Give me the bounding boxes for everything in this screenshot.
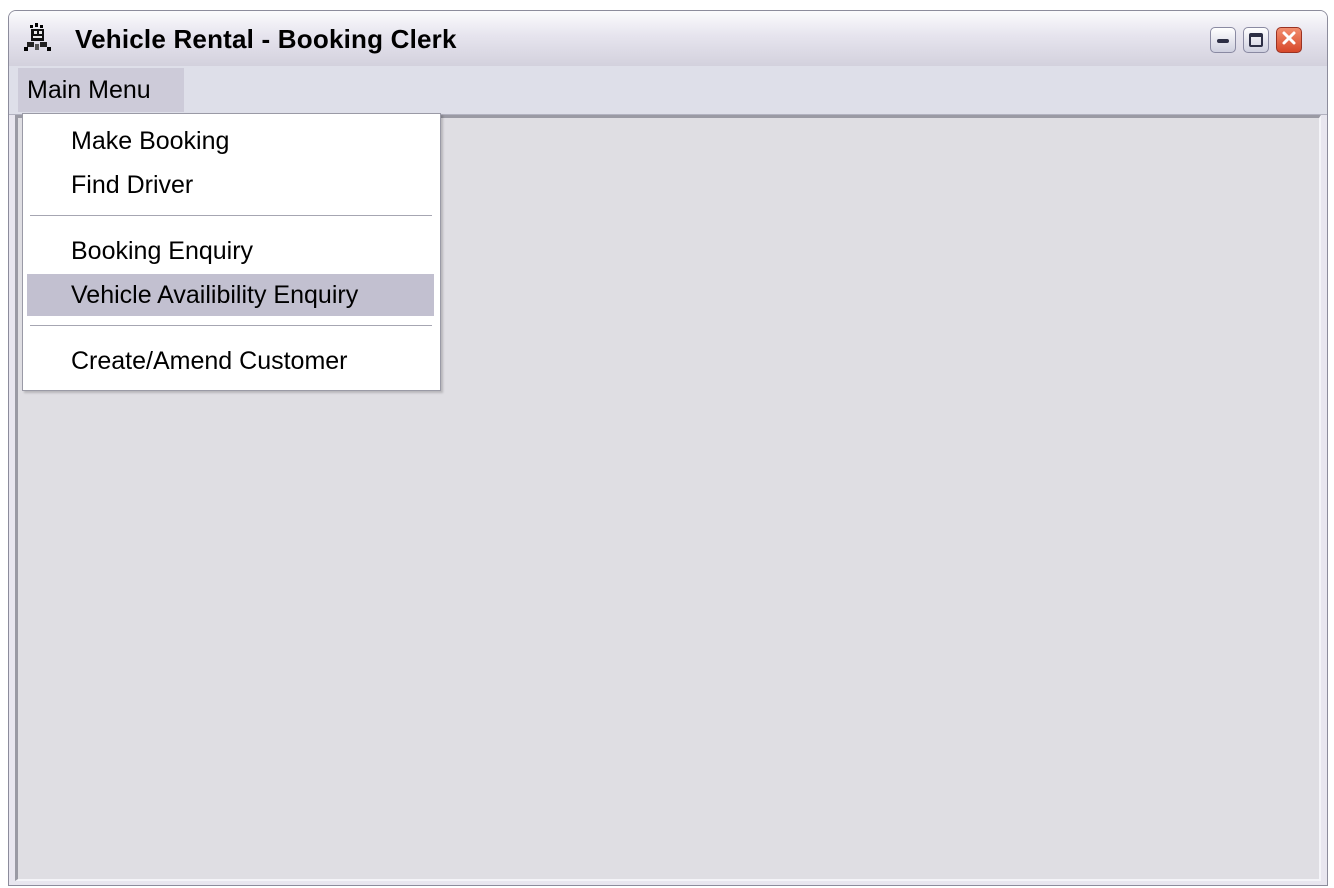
- menu-separator: [30, 215, 432, 217]
- menu-item-create-amend-customer[interactable]: Create/Amend Customer: [27, 340, 434, 382]
- minimize-icon: [1217, 39, 1229, 43]
- menu-item-vehicle-availability-enquiry[interactable]: Vehicle Availibility Enquiry: [27, 274, 434, 316]
- app-icon[interactable]: [23, 23, 53, 53]
- maximize-button[interactable]: [1243, 27, 1269, 53]
- main-menu-dropdown: Make Booking Find Driver Booking Enquiry…: [22, 113, 441, 391]
- app-window: Vehicle Rental - Booking Clerk Main Menu…: [8, 10, 1328, 886]
- close-button[interactable]: [1276, 27, 1302, 53]
- minimize-button[interactable]: [1210, 27, 1236, 53]
- menu-separator: [30, 325, 432, 327]
- window-title: Vehicle Rental - Booking Clerk: [75, 24, 457, 54]
- main-menu[interactable]: Main Menu: [18, 68, 184, 112]
- menu-item-find-driver[interactable]: Find Driver: [27, 164, 434, 206]
- menu-item-make-booking[interactable]: Make Booking: [27, 120, 434, 162]
- menu-item-booking-enquiry[interactable]: Booking Enquiry: [27, 230, 434, 272]
- title-bar[interactable]: Vehicle Rental - Booking Clerk: [9, 11, 1327, 67]
- maximize-icon: [1249, 33, 1263, 47]
- close-icon: [1281, 30, 1297, 50]
- menu-bar: Main Menu: [9, 66, 1327, 115]
